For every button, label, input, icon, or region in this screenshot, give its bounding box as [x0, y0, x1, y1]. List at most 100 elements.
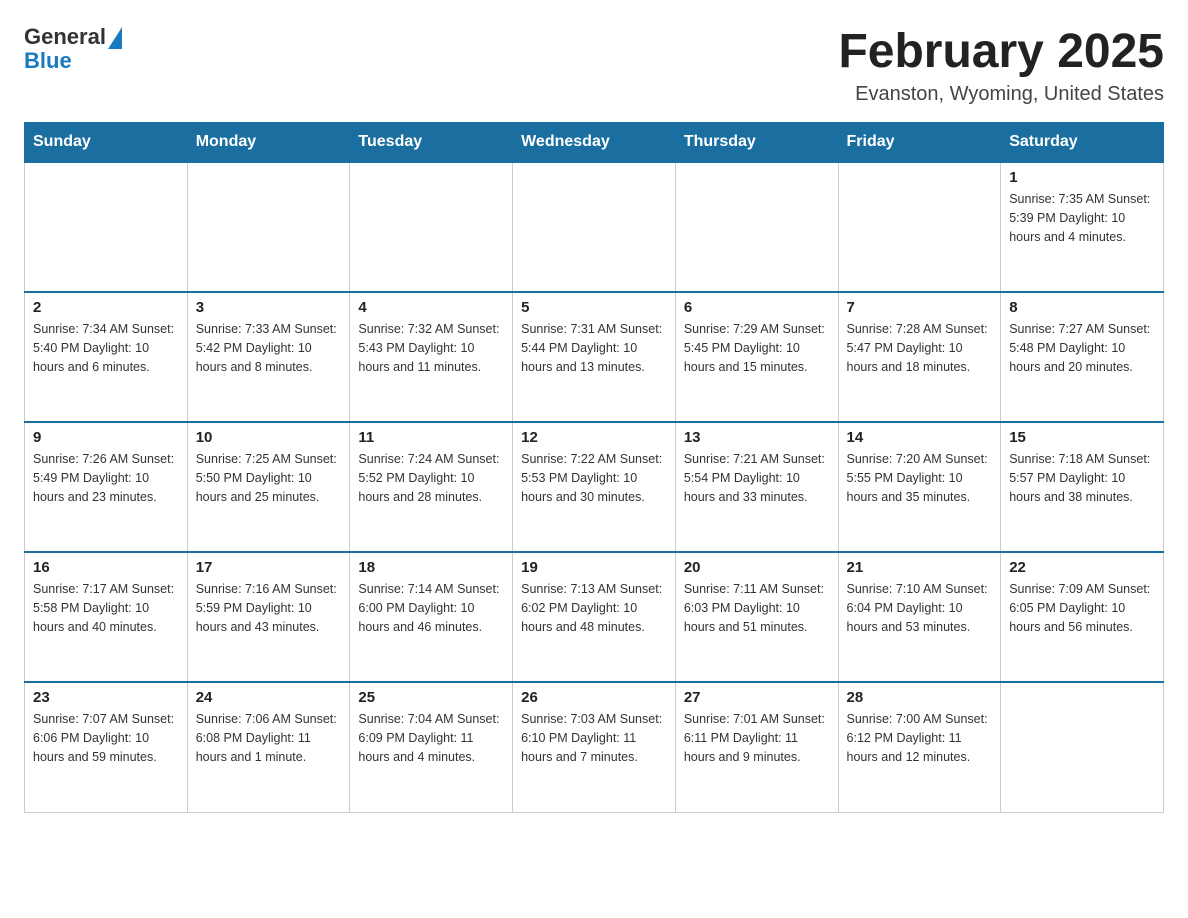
day-number: 11 — [358, 429, 504, 446]
day-number: 4 — [358, 299, 504, 316]
day-info: Sunrise: 7:27 AM Sunset: 5:48 PM Dayligh… — [1009, 320, 1155, 376]
calendar-cell: 2 Sunrise: 7:34 AM Sunset: 5:40 PM Daylig… — [25, 292, 188, 422]
day-info: Sunrise: 7:07 AM Sunset: 6:06 PM Dayligh… — [33, 710, 179, 766]
calendar-header-wednesday: Wednesday — [513, 123, 676, 163]
calendar-cell — [350, 162, 513, 292]
day-number: 19 — [521, 559, 667, 576]
calendar-cell — [838, 162, 1001, 292]
calendar-cell: 28 Sunrise: 7:00 AM Sunset: 6:12 PM Dayli… — [838, 682, 1001, 812]
day-info: Sunrise: 7:24 AM Sunset: 5:52 PM Dayligh… — [358, 450, 504, 506]
day-number: 28 — [847, 689, 993, 706]
day-number: 12 — [521, 429, 667, 446]
day-info: Sunrise: 7:03 AM Sunset: 6:10 PM Dayligh… — [521, 710, 667, 766]
day-number: 23 — [33, 689, 179, 706]
logo-general-text: General — [24, 24, 106, 50]
day-info: Sunrise: 7:31 AM Sunset: 5:44 PM Dayligh… — [521, 320, 667, 376]
day-number: 22 — [1009, 559, 1155, 576]
logo: General Blue — [24, 24, 122, 74]
day-number: 8 — [1009, 299, 1155, 316]
calendar-cell: 18 Sunrise: 7:14 AM Sunset: 6:00 PM Dayli… — [350, 552, 513, 682]
day-number: 25 — [358, 689, 504, 706]
calendar-cell: 23 Sunrise: 7:07 AM Sunset: 6:06 PM Dayli… — [25, 682, 188, 812]
day-info: Sunrise: 7:06 AM Sunset: 6:08 PM Dayligh… — [196, 710, 342, 766]
calendar-cell: 14Sunrise: 7:20 AM Sunset: 5:55 PM Dayli… — [838, 422, 1001, 552]
day-number: 16 — [33, 559, 179, 576]
calendar-cell: 1 Sunrise: 7:35 AM Sunset: 5:39 PM Daylig… — [1001, 162, 1164, 292]
day-info: Sunrise: 7:25 AM Sunset: 5:50 PM Dayligh… — [196, 450, 342, 506]
day-info: Sunrise: 7:13 AM Sunset: 6:02 PM Dayligh… — [521, 580, 667, 636]
day-info: Sunrise: 7:11 AM Sunset: 6:03 PM Dayligh… — [684, 580, 830, 636]
day-number: 7 — [847, 299, 993, 316]
day-number: 3 — [196, 299, 342, 316]
day-info: Sunrise: 7:28 AM Sunset: 5:47 PM Dayligh… — [847, 320, 993, 376]
day-info: Sunrise: 7:04 AM Sunset: 6:09 PM Dayligh… — [358, 710, 504, 766]
calendar-cell: 15Sunrise: 7:18 AM Sunset: 5:57 PM Dayli… — [1001, 422, 1164, 552]
calendar-cell: 16 Sunrise: 7:17 AM Sunset: 5:58 PM Dayli… — [25, 552, 188, 682]
day-info: Sunrise: 7:26 AM Sunset: 5:49 PM Dayligh… — [33, 450, 179, 506]
day-info: Sunrise: 7:21 AM Sunset: 5:54 PM Dayligh… — [684, 450, 830, 506]
calendar-cell: 10 Sunrise: 7:25 AM Sunset: 5:50 PM Dayli… — [187, 422, 350, 552]
location-subtitle: Evanston, Wyoming, United States — [838, 83, 1164, 106]
day-info: Sunrise: 7:16 AM Sunset: 5:59 PM Dayligh… — [196, 580, 342, 636]
calendar-cell: 20 Sunrise: 7:11 AM Sunset: 6:03 PM Dayli… — [675, 552, 838, 682]
day-info: Sunrise: 7:14 AM Sunset: 6:00 PM Dayligh… — [358, 580, 504, 636]
day-info: Sunrise: 7:09 AM Sunset: 6:05 PM Dayligh… — [1009, 580, 1155, 636]
calendar-week-3: 9 Sunrise: 7:26 AM Sunset: 5:49 PM Daylig… — [25, 422, 1164, 552]
calendar-header-friday: Friday — [838, 123, 1001, 163]
calendar-cell: 12Sunrise: 7:22 AM Sunset: 5:53 PM Dayli… — [513, 422, 676, 552]
logo-blue-text: Blue — [24, 48, 72, 74]
day-info: Sunrise: 7:29 AM Sunset: 5:45 PM Dayligh… — [684, 320, 830, 376]
calendar-cell: 17 Sunrise: 7:16 AM Sunset: 5:59 PM Dayli… — [187, 552, 350, 682]
calendar-cell: 24 Sunrise: 7:06 AM Sunset: 6:08 PM Dayli… — [187, 682, 350, 812]
day-number: 27 — [684, 689, 830, 706]
day-number: 26 — [521, 689, 667, 706]
day-number: 20 — [684, 559, 830, 576]
calendar-cell: 13 Sunrise: 7:21 AM Sunset: 5:54 PM Dayli… — [675, 422, 838, 552]
calendar-header-sunday: Sunday — [25, 123, 188, 163]
logo-triangle-icon — [108, 27, 122, 49]
main-title: February 2025 — [838, 24, 1164, 79]
calendar-cell: 5 Sunrise: 7:31 AM Sunset: 5:44 PM Daylig… — [513, 292, 676, 422]
day-info: Sunrise: 7:17 AM Sunset: 5:58 PM Dayligh… — [33, 580, 179, 636]
calendar-cell — [675, 162, 838, 292]
calendar-header-row: SundayMondayTuesdayWednesdayThursdayFrid… — [25, 123, 1164, 163]
calendar-cell: 26 Sunrise: 7:03 AM Sunset: 6:10 PM Dayli… — [513, 682, 676, 812]
title-block: February 2025 Evanston, Wyoming, United … — [838, 24, 1164, 106]
day-number: 6 — [684, 299, 830, 316]
page-header: General Blue February 2025 Evanston, Wyo… — [24, 24, 1164, 106]
calendar-week-1: 1 Sunrise: 7:35 AM Sunset: 5:39 PM Daylig… — [25, 162, 1164, 292]
day-info: Sunrise: 7:34 AM Sunset: 5:40 PM Dayligh… — [33, 320, 179, 376]
calendar-week-4: 16 Sunrise: 7:17 AM Sunset: 5:58 PM Dayli… — [25, 552, 1164, 682]
day-number: 21 — [847, 559, 993, 576]
day-info: Sunrise: 7:35 AM Sunset: 5:39 PM Dayligh… — [1009, 190, 1155, 246]
calendar-cell: 8 Sunrise: 7:27 AM Sunset: 5:48 PM Daylig… — [1001, 292, 1164, 422]
day-info: Sunrise: 7:33 AM Sunset: 5:42 PM Dayligh… — [196, 320, 342, 376]
day-number: 2 — [33, 299, 179, 316]
calendar-cell: 22 Sunrise: 7:09 AM Sunset: 6:05 PM Dayli… — [1001, 552, 1164, 682]
calendar-cell — [1001, 682, 1164, 812]
calendar-header-saturday: Saturday — [1001, 123, 1164, 163]
day-info: Sunrise: 7:01 AM Sunset: 6:11 PM Dayligh… — [684, 710, 830, 766]
day-number: 1 — [1009, 169, 1155, 186]
calendar-cell: 3 Sunrise: 7:33 AM Sunset: 5:42 PM Daylig… — [187, 292, 350, 422]
calendar-cell: 4Sunrise: 7:32 AM Sunset: 5:43 PM Daylig… — [350, 292, 513, 422]
day-number: 24 — [196, 689, 342, 706]
day-number: 9 — [33, 429, 179, 446]
day-info: Sunrise: 7:18 AM Sunset: 5:57 PM Dayligh… — [1009, 450, 1155, 506]
calendar-cell: 6 Sunrise: 7:29 AM Sunset: 5:45 PM Daylig… — [675, 292, 838, 422]
calendar-week-2: 2 Sunrise: 7:34 AM Sunset: 5:40 PM Daylig… — [25, 292, 1164, 422]
calendar-cell — [25, 162, 188, 292]
day-number: 5 — [521, 299, 667, 316]
calendar-cell: 21Sunrise: 7:10 AM Sunset: 6:04 PM Dayli… — [838, 552, 1001, 682]
day-number: 17 — [196, 559, 342, 576]
day-number: 13 — [684, 429, 830, 446]
calendar-header-thursday: Thursday — [675, 123, 838, 163]
calendar-cell: 9 Sunrise: 7:26 AM Sunset: 5:49 PM Daylig… — [25, 422, 188, 552]
day-number: 18 — [358, 559, 504, 576]
day-number: 10 — [196, 429, 342, 446]
calendar-week-5: 23 Sunrise: 7:07 AM Sunset: 6:06 PM Dayli… — [25, 682, 1164, 812]
calendar-cell — [187, 162, 350, 292]
day-info: Sunrise: 7:00 AM Sunset: 6:12 PM Dayligh… — [847, 710, 993, 766]
day-info: Sunrise: 7:20 AM Sunset: 5:55 PM Dayligh… — [847, 450, 993, 506]
calendar-cell: 7 Sunrise: 7:28 AM Sunset: 5:47 PM Daylig… — [838, 292, 1001, 422]
